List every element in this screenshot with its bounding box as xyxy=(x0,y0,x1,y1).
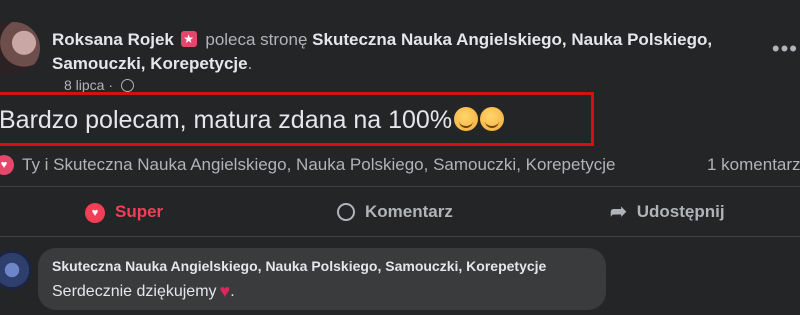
author-name[interactable]: Roksana Rojek xyxy=(52,30,174,49)
share-label: Udostępnij xyxy=(636,202,725,221)
recommend-verb: poleca stronę xyxy=(205,30,308,49)
share-arrow-icon: ➦ xyxy=(610,201,627,223)
reactions-bar: ♥ Ty i Skuteczna Nauka Angielskiego, Nau… xyxy=(0,154,800,178)
divider xyxy=(0,236,800,237)
comment-text: Serdecznie dziękujemy xyxy=(52,283,217,300)
more-options-icon[interactable]: ••• xyxy=(772,36,798,62)
post-text: Bardzo polecam, matura zdana na 100% xyxy=(0,106,453,134)
author-avatar[interactable] xyxy=(0,22,40,74)
comment-text-line: Serdecznie dziękujemy ♥. xyxy=(52,281,235,302)
reactions-summary[interactable]: Ty i Skuteczna Nauka Angielskiego, Nauka… xyxy=(22,155,615,175)
love-reaction-icon[interactable]: ♥ xyxy=(0,155,14,175)
super-button[interactable]: ♥ Super xyxy=(85,192,163,232)
globe-icon xyxy=(120,79,134,92)
super-label: Super xyxy=(115,202,164,221)
share-button[interactable]: ➦ Udostępnij xyxy=(610,192,725,232)
comment-button[interactable]: Komentarz xyxy=(337,192,453,232)
recommend-star-icon: ★ xyxy=(180,31,197,47)
comment-author[interactable]: Skuteczna Nauka Angielskiego, Nauka Pols… xyxy=(52,258,546,274)
comments-count[interactable]: 1 komentarz xyxy=(707,155,800,175)
comment-period: . xyxy=(230,283,235,300)
post-text-highlight: Bardzo polecam, matura zdana na 100% xyxy=(0,92,594,146)
post-meta: 8 lipca · xyxy=(64,77,134,93)
heart-icon: ♥ xyxy=(85,203,105,223)
divider xyxy=(0,186,800,187)
action-bar: ♥ Super Komentarz ➦ Udostępnij xyxy=(0,192,800,232)
post-header: Roksana Rojek ★ poleca stronę Skuteczna … xyxy=(52,28,752,76)
comment-label: Komentarz xyxy=(365,202,453,221)
comment-bubble: Skuteczna Nauka Angielskiego, Nauka Pols… xyxy=(38,248,606,310)
meta-separator: · xyxy=(108,77,114,93)
smiling-face-icon xyxy=(480,107,505,131)
red-heart-icon: ♥ xyxy=(219,281,231,301)
page-avatar[interactable] xyxy=(0,250,32,290)
comment-icon xyxy=(337,203,355,221)
post-date[interactable]: 8 lipca xyxy=(64,77,104,93)
smiling-face-icon xyxy=(454,107,479,131)
page-suffix: . xyxy=(247,54,253,73)
